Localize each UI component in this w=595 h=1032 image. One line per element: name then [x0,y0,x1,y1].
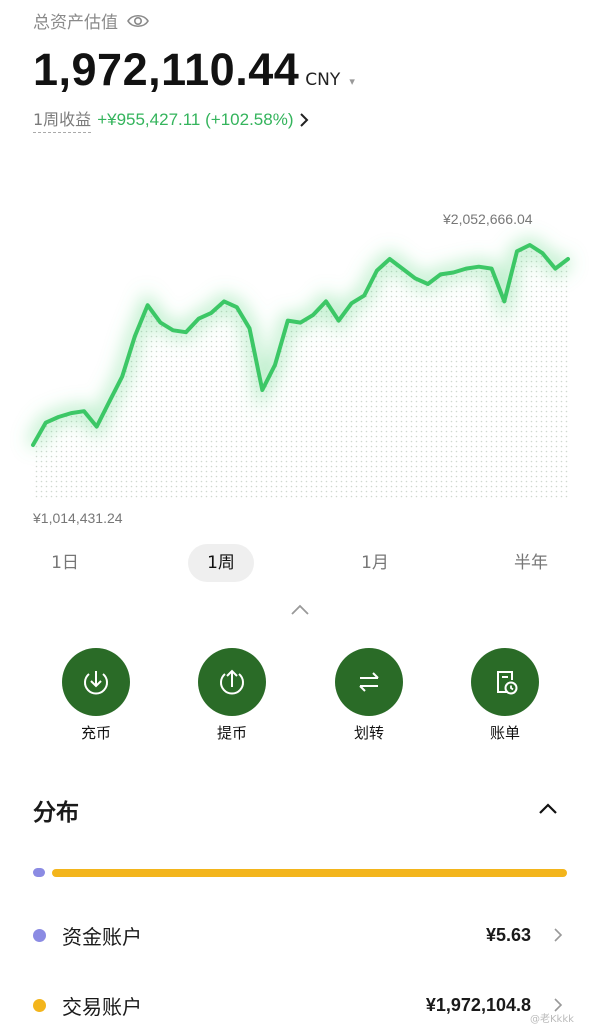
period-tab-6m[interactable]: 半年 [496,544,566,582]
distribution-title: 分布 [33,800,79,826]
deposit-button[interactable]: 充币 [56,648,136,743]
bill-icon [497,671,518,695]
chevron-right-icon [300,112,309,127]
account-name: 交易账户 [62,994,142,1019]
weekly-gain-row[interactable]: 1周收益 +¥955,427.11 (+102.58%) [33,106,309,133]
transfer-label: 划转 [353,724,384,742]
deposit-label: 充币 [80,724,111,742]
account-name: 资金账户 [62,924,142,949]
total-assets-label: 总资产估值 [33,13,118,33]
chevron-right-icon [554,928,563,942]
account-value: ¥5.63 [485,924,531,945]
period-tab-1w[interactable]: 1周 [188,544,254,582]
account-row-funding[interactable]: 资金账户 ¥5.63 [33,920,563,950]
weekly-gain-label: 1周收益 [33,106,92,133]
total-assets-row: 1,972,110.44 CNY ▾ [33,44,355,96]
chevron-up-icon[interactable] [537,802,559,816]
weekly-gain-value: +¥955,427.11 (+102.58%) [97,109,294,129]
eye-icon[interactable] [126,12,150,30]
account-value: ¥1,972,104.8 [425,994,531,1015]
withdraw-button[interactable]: 提币 [192,648,272,743]
distribution-bar-trading [52,869,567,877]
period-tab-1m[interactable]: 1月 [340,544,410,582]
withdraw-icon [220,669,244,695]
total-assets-header: 总资产估值 [33,8,150,33]
transfer-icon [359,672,379,692]
currency-selector[interactable]: CNY ▾ [305,70,355,90]
account-row-trading[interactable]: 交易账户 ¥1,972,104.8 [33,990,563,1020]
bill-label: 账单 [489,724,520,742]
watermark: @老Kkkk [530,1014,574,1025]
total-assets-value: 1,972,110.44 [33,44,300,95]
chevron-up-icon[interactable] [289,603,311,617]
deposit-icon [84,671,108,695]
period-tab-1d[interactable]: 1日 [30,544,100,582]
legend-dot [33,998,46,1012]
caret-down-icon: ▾ [349,75,355,88]
chart-min-label: ¥1,014,431.24 [33,510,123,526]
bill-button[interactable]: 账单 [465,648,545,743]
currency-label: CNY [305,70,341,90]
distribution-bar-funding [33,868,45,877]
legend-dot [33,928,46,942]
transfer-button[interactable]: 划转 [329,648,409,743]
asset-line-chart[interactable] [0,200,595,510]
withdraw-label: 提币 [216,724,247,742]
chart-area [33,245,568,498]
